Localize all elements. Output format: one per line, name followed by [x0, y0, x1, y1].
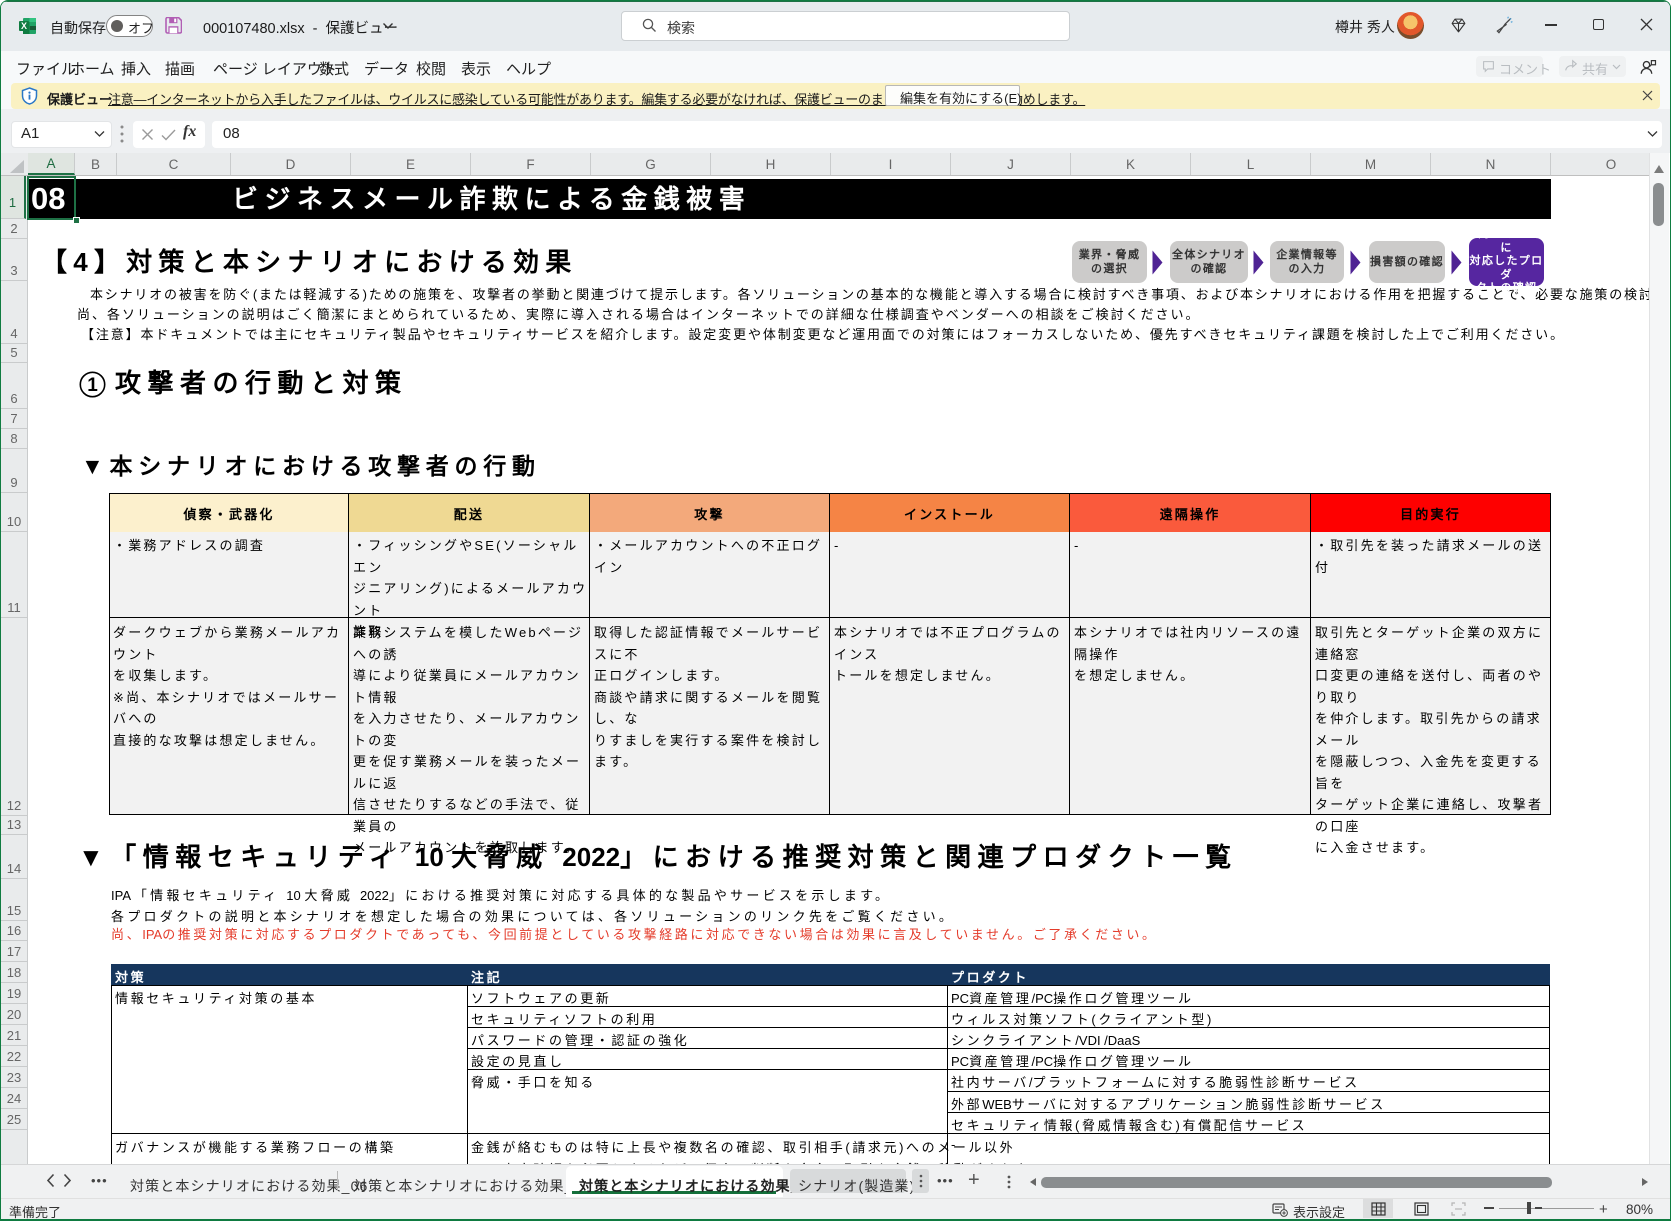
svg-text:X: X	[21, 21, 27, 31]
